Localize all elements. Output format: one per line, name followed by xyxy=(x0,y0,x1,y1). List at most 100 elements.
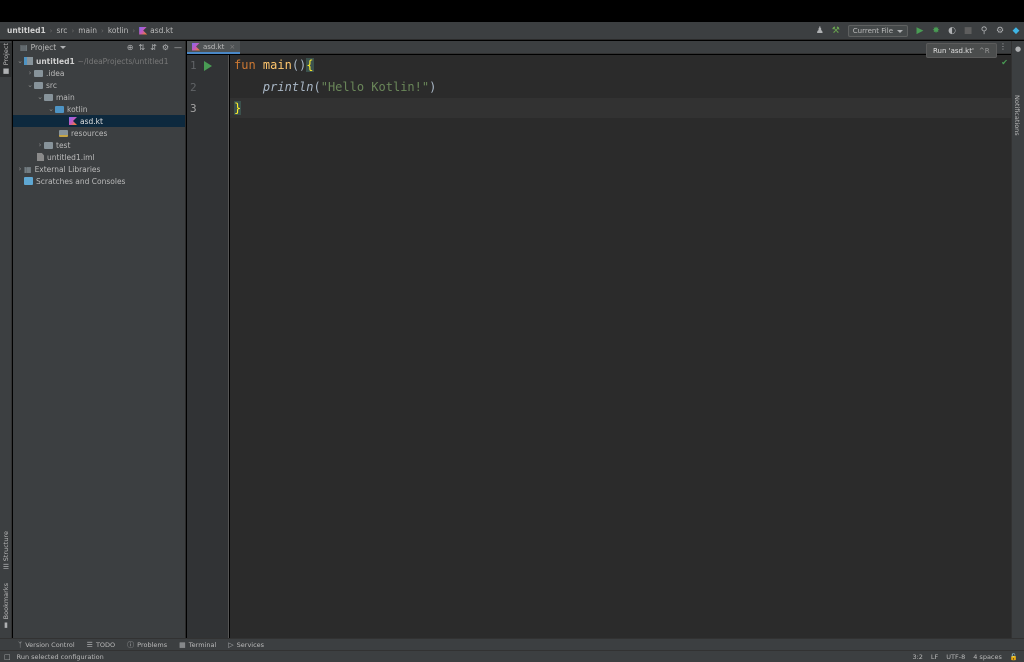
services-icon: ▷ xyxy=(228,640,234,649)
tool-version-control[interactable]: ᛉ Version Control xyxy=(18,641,75,649)
tree-item-label: Scratches and Consoles xyxy=(36,176,126,186)
notifications-bell-icon[interactable]: ● xyxy=(1015,45,1021,53)
close-icon[interactable]: × xyxy=(229,43,235,51)
breadcrumb-separator: › xyxy=(71,26,75,35)
library-icon: ▦ xyxy=(24,164,32,174)
tree-item-main[interactable]: ⌄ main xyxy=(13,91,185,103)
kotlin-file-icon xyxy=(192,42,200,51)
code-line-1: fun main(){ xyxy=(234,58,314,72)
project-panel-title[interactable]: Project xyxy=(31,43,57,52)
tree-item-label: resources xyxy=(71,128,108,138)
debug-icon[interactable]: ✸ xyxy=(930,25,942,37)
indent-setting[interactable]: 4 spaces xyxy=(973,653,1002,661)
chevron-down-icon[interactable]: ⌄ xyxy=(26,81,34,89)
tree-item-src[interactable]: ⌄ src xyxy=(13,79,185,91)
tool-tab-structure[interactable]: Structure ☰ xyxy=(0,531,12,573)
tooltip-shortcut: ^R xyxy=(978,46,990,55)
window-top-margin xyxy=(0,0,1024,22)
tree-item-idea[interactable]: › .idea xyxy=(13,67,185,79)
tool-version-control-label: Version Control xyxy=(25,640,75,649)
tree-item-label: untitled1 xyxy=(36,56,75,66)
caret-position[interactable]: 3:2 xyxy=(912,653,922,661)
chevron-down-icon[interactable]: ⌄ xyxy=(36,93,44,101)
hide-panel-icon[interactable]: — xyxy=(174,43,182,52)
tool-problems[interactable]: ⓘ Problems xyxy=(127,640,167,650)
breadcrumb-file[interactable]: asd.kt xyxy=(150,26,173,35)
tool-tab-notifications[interactable]: Notifications xyxy=(1013,95,1021,136)
code-editor[interactable]: fun main(){ println("Hello Kotlin!") } ✔ xyxy=(230,55,1011,638)
tree-item-iml[interactable]: untitled1.iml xyxy=(13,151,185,163)
chevron-right-icon[interactable]: › xyxy=(36,141,44,149)
string-literal: "Hello Kotlin!" xyxy=(320,80,430,94)
chevron-down-icon[interactable]: ⌄ xyxy=(47,105,55,113)
tool-tab-bookmarks[interactable]: Bookmarks ▮ xyxy=(0,583,12,631)
project-tree: ⌄ untitled1 ~/IdeaProjects/untitled1 › .… xyxy=(13,54,185,187)
resources-folder-icon xyxy=(59,129,68,137)
breadcrumb-separator: › xyxy=(101,26,104,35)
toggle-tool-windows-icon[interactable]: □ xyxy=(4,653,11,661)
editor-tab-label: asd.kt xyxy=(203,42,225,51)
tool-problems-label: Problems xyxy=(137,640,168,649)
run-configuration-selector[interactable]: Current File xyxy=(847,25,908,37)
checkmark-icon[interactable]: ✔ xyxy=(1001,58,1008,67)
editor-tab-asd-kt[interactable]: asd.kt × xyxy=(187,41,241,54)
iml-file-icon xyxy=(37,153,44,161)
run-tooltip: Run 'asd.kt' ^R xyxy=(926,43,997,58)
lock-icon[interactable]: 🔓 xyxy=(1010,653,1018,661)
tool-services-label: Services xyxy=(236,640,265,649)
breadcrumb-kotlin[interactable]: kotlin xyxy=(108,26,129,35)
main-toolbar: ♟ ⚒ Current File ▶ ✸ ◐ ■ ⚲ ⚙ ◆ xyxy=(812,22,1024,40)
terminal-icon: ▦ xyxy=(179,640,186,649)
stop-icon[interactable]: ■ xyxy=(962,25,974,37)
tool-tab-project[interactable]: Project ■ xyxy=(0,43,12,77)
tree-item-kotlin[interactable]: ⌄ kotlin xyxy=(13,103,185,115)
line-number: 2 xyxy=(190,81,197,94)
tree-item-resources[interactable]: resources xyxy=(13,127,185,139)
tree-item-label: External Libraries xyxy=(34,164,101,174)
line-separator[interactable]: LF xyxy=(931,653,938,661)
right-tool-stripe: ● Notifications xyxy=(1011,41,1024,638)
chevron-right-icon[interactable]: › xyxy=(16,165,24,173)
breadcrumb-main[interactable]: main xyxy=(78,26,97,35)
chevron-down-icon[interactable]: ⌄ xyxy=(16,57,24,65)
tool-services[interactable]: ▷ Services xyxy=(228,641,264,649)
tree-item-root[interactable]: ⌄ untitled1 ~/IdeaProjects/untitled1 xyxy=(13,55,185,67)
tree-item-label: main xyxy=(56,92,75,102)
user-icon[interactable]: ♟ xyxy=(814,25,826,37)
chevron-down-icon[interactable] xyxy=(60,46,67,49)
tree-item-path: ~/IdeaProjects/untitled1 xyxy=(77,56,169,66)
coverage-icon[interactable]: ◐ xyxy=(946,25,958,37)
bottom-tool-bar: ᛉ Version Control ☰ TODO ⓘ Problems ▦ Te… xyxy=(0,638,1024,650)
caret-line-highlight xyxy=(230,98,1011,118)
tool-tab-structure-label: Structure xyxy=(2,531,10,562)
file-encoding[interactable]: UTF-8 xyxy=(946,653,965,661)
tree-item-test[interactable]: › test xyxy=(13,139,185,151)
collapse-all-icon[interactable]: ⇵ xyxy=(150,43,157,52)
gear-icon[interactable]: ⚙ xyxy=(162,43,169,52)
tree-item-scratches[interactable]: Scratches and Consoles xyxy=(13,175,185,187)
tree-item-label: untitled1.iml xyxy=(47,152,95,162)
open-brace: { xyxy=(306,58,314,72)
run-gutter-icon[interactable] xyxy=(204,61,212,71)
gear-icon[interactable]: ⚙ xyxy=(994,25,1006,37)
breadcrumb-project[interactable]: untitled1 xyxy=(7,26,46,35)
more-vertical-icon[interactable]: ⋮ xyxy=(999,42,1007,51)
jetbrains-icon[interactable]: ◆ xyxy=(1010,25,1022,37)
tree-item-external-libraries[interactable]: › ▦ External Libraries xyxy=(13,163,185,175)
locate-file-icon[interactable]: ⊕ xyxy=(127,43,134,52)
breadcrumb-separator: › xyxy=(49,26,53,35)
run-icon[interactable]: ▶ xyxy=(914,25,926,37)
search-icon[interactable]: ⚲ xyxy=(978,25,990,37)
source-folder-icon xyxy=(55,105,64,113)
chevron-right-icon[interactable]: › xyxy=(26,69,34,77)
info-icon: ⓘ xyxy=(127,640,135,649)
tool-terminal[interactable]: ▦ Terminal xyxy=(179,641,216,649)
expand-all-icon[interactable]: ⇅ xyxy=(138,43,145,52)
tree-item-label: .idea xyxy=(46,68,65,78)
tool-tab-project-label: Project xyxy=(2,43,10,66)
breadcrumb-src[interactable]: src xyxy=(56,26,67,35)
build-hammer-icon[interactable]: ⚒ xyxy=(830,25,842,37)
tree-item-asd-kt[interactable]: asd.kt xyxy=(13,115,185,127)
line-number: 1 xyxy=(190,59,197,72)
tool-todo[interactable]: ☰ TODO xyxy=(87,641,116,649)
